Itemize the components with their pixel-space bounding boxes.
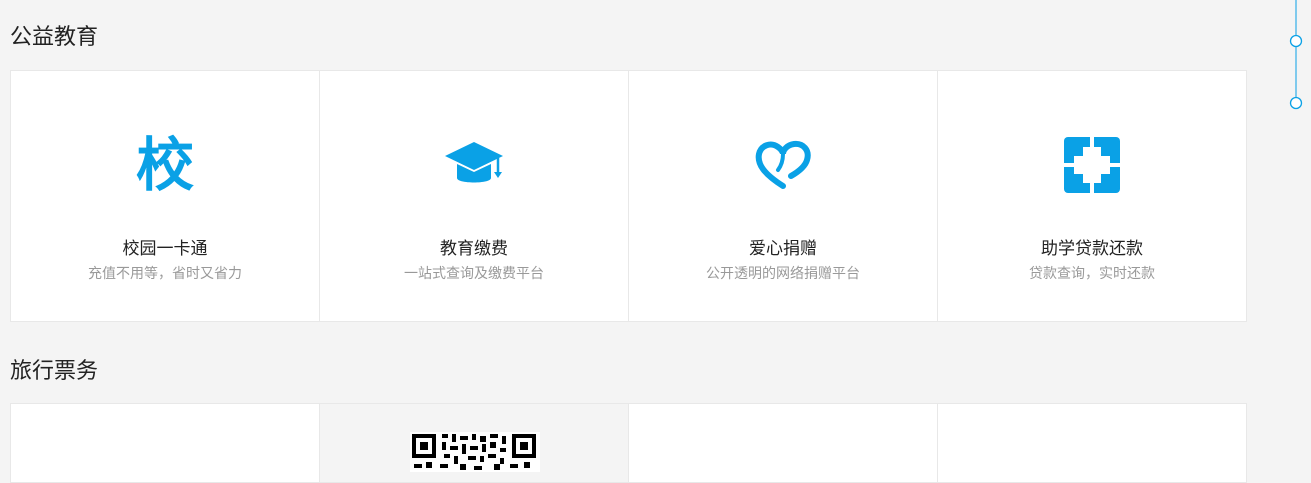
section-timeline-nav[interactable] [1289, 0, 1303, 115]
graduation-cap-icon [442, 133, 506, 197]
service-card-charity-donation[interactable]: 爱心捐赠 公开透明的网络捐赠平台 [629, 71, 938, 321]
loan-cross-icon [1060, 133, 1124, 197]
service-desc: 一站式查询及缴费平台 [404, 266, 544, 282]
timeline-dot-1[interactable] [1289, 34, 1303, 48]
service-card-campus-card[interactable]: 校 校园一卡通 充值不用等，省时又省力 [11, 71, 320, 321]
service-desc: 公开透明的网络捐赠平台 [706, 266, 860, 282]
service-title: 爱心捐赠 [749, 239, 817, 259]
service-card-education-fee[interactable]: 教育缴费 一站式查询及缴费平台 [320, 71, 629, 321]
school-icon: 校 [135, 131, 194, 199]
travel-service-grid [10, 403, 1247, 483]
travel-card-2[interactable] [320, 404, 629, 482]
service-desc: 贷款查询，实时还款 [1029, 266, 1155, 282]
travel-card-4[interactable] [938, 404, 1246, 482]
service-title: 教育缴费 [440, 239, 508, 259]
service-title: 助学贷款还款 [1041, 239, 1143, 259]
heart-icon [751, 133, 815, 197]
travel-card-1[interactable] [11, 404, 320, 482]
qr-code-icon [410, 432, 540, 472]
timeline-dot-2[interactable] [1289, 96, 1303, 110]
section-title-travel-tickets: 旅行票务 [10, 359, 99, 384]
service-title: 校园一卡通 [122, 239, 208, 259]
section-title-education: 公益教育 [10, 25, 99, 50]
service-card-student-loan-repayment[interactable]: 助学贷款还款 贷款查询，实时还款 [938, 71, 1246, 321]
education-service-grid: 校 校园一卡通 充值不用等，省时又省力 教育缴费 一站式查询及缴费平台 爱心捐赠… [10, 70, 1247, 322]
service-desc: 充值不用等，省时又省力 [88, 266, 242, 282]
travel-card-3[interactable] [629, 404, 938, 482]
